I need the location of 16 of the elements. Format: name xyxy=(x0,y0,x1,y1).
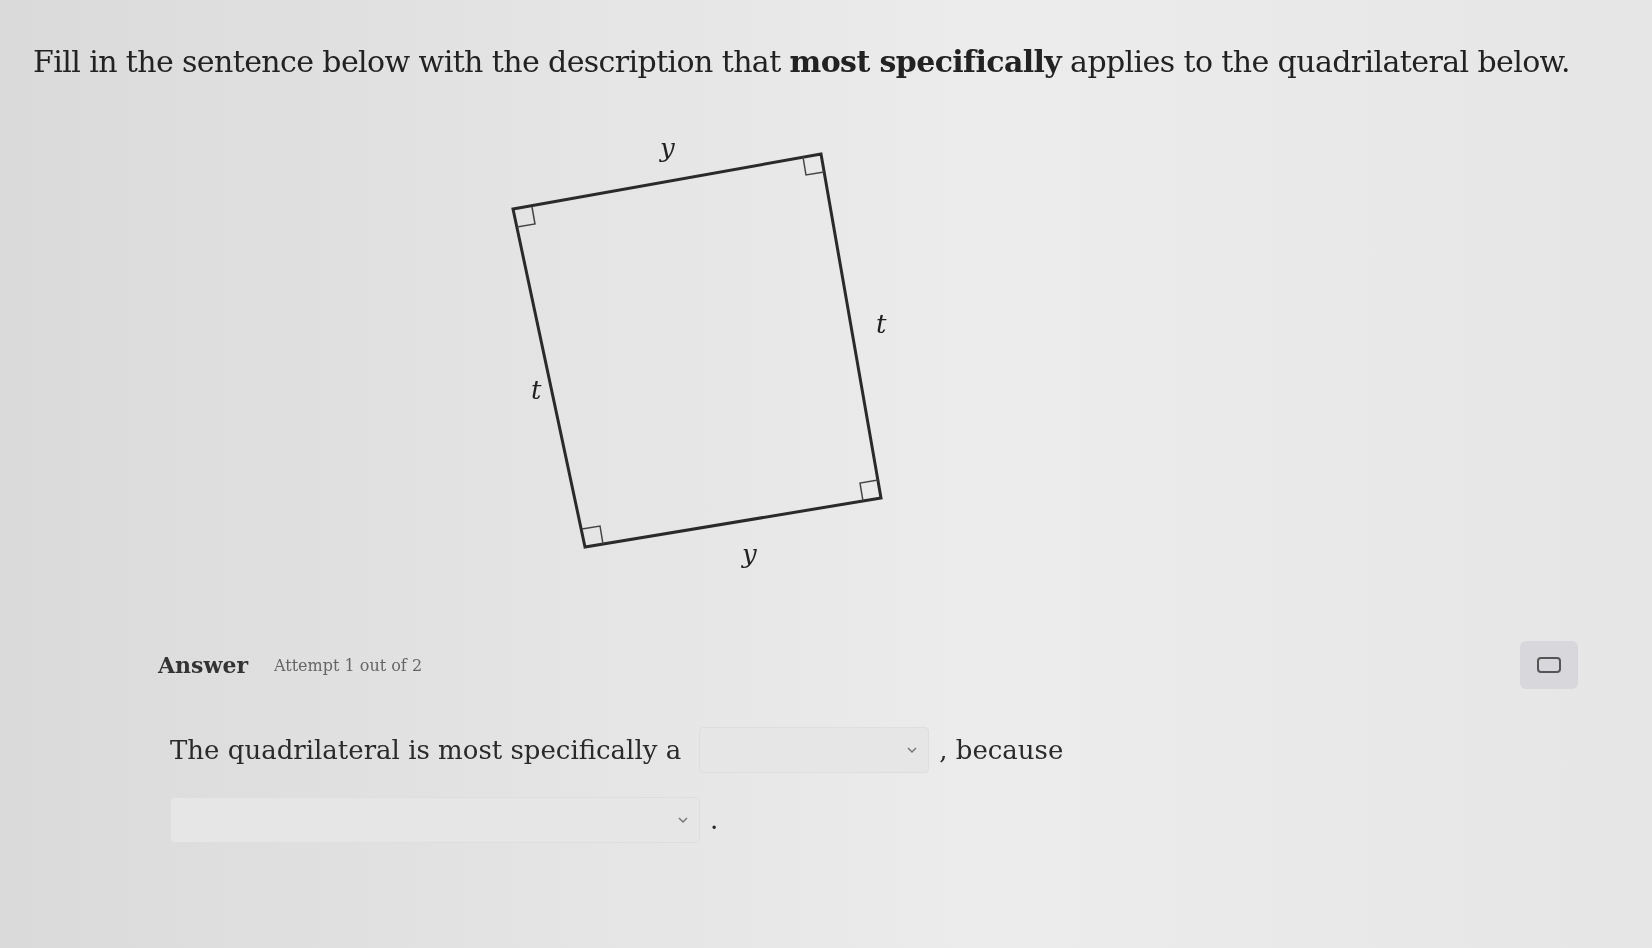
sentence-text: The quadrilateral is most specifically a xyxy=(170,735,682,765)
chevron-down-icon xyxy=(677,816,689,824)
side-label: y xyxy=(660,133,675,163)
answer-heading: Answer xyxy=(158,652,248,678)
keyboard-icon xyxy=(1537,657,1561,673)
chevron-down-icon xyxy=(906,746,919,754)
answer-dropdown[interactable] xyxy=(699,727,930,773)
keyboard-button[interactable] xyxy=(1520,641,1578,689)
attempt-counter: Attempt 1 out of 2 xyxy=(274,655,423,675)
reason-dropdown[interactable] xyxy=(170,797,700,843)
side-label: y xyxy=(742,539,757,569)
side-label: t xyxy=(876,309,887,339)
sentence-text: , because xyxy=(939,735,1064,765)
question-text: Fill in the sentence below with the description that most specifically applies to the quadrilateral below. xyxy=(33,44,1572,79)
side-label: t xyxy=(531,375,542,405)
sentence-text: . xyxy=(710,805,719,835)
